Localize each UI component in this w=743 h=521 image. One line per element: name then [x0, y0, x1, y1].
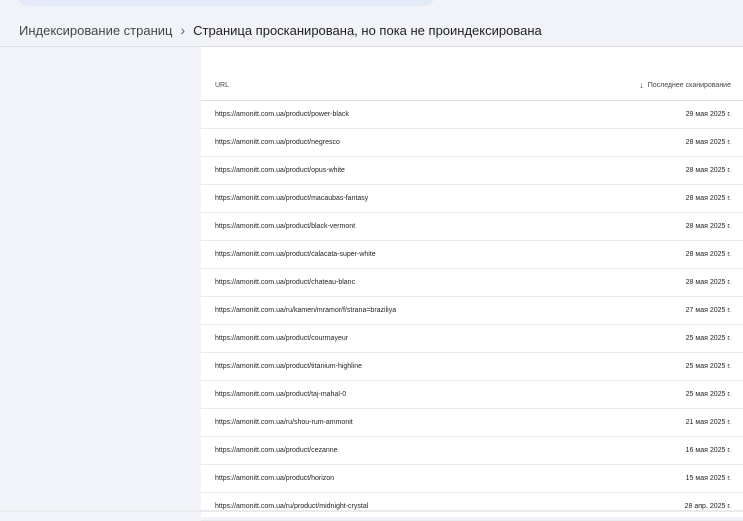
chevron-right-icon: › — [180, 22, 186, 38]
row-url[interactable]: https://amonitt.com.ua/ru/product/midnig… — [215, 503, 368, 510]
url-table-card: URL ↓ Последнее сканирование https://amo… — [201, 47, 743, 521]
row-last-crawl-date: 27 мая 2025 г. — [685, 307, 731, 314]
row-url[interactable]: https://amonitt.com.ua/product/black-ver… — [215, 223, 355, 230]
column-header-last-crawl-label: Последнее сканирование — [647, 81, 731, 89]
row-last-crawl-date: 28 мая 2025 г. — [685, 223, 731, 230]
breadcrumb: Индексирование страниц › Страница проска… — [19, 22, 542, 38]
table-row[interactable]: https://amonitt.com.ua/product/cezanne 16… — [201, 437, 743, 465]
table-row[interactable]: https://amonitt.com.ua/product/black-ver… — [201, 213, 743, 241]
table-row[interactable]: https://amonitt.com.ua/product/horizon 15… — [201, 465, 743, 493]
column-header-last-crawl[interactable]: ↓ Последнее сканирование — [639, 80, 731, 90]
column-header-url[interactable]: URL — [215, 82, 229, 89]
row-last-crawl-date: 28 мая 2025 г. — [685, 195, 731, 202]
row-last-crawl-date: 28 мая 2025 г. — [685, 167, 731, 174]
row-url[interactable]: https://amonitt.com.ua/product/negresco — [215, 139, 340, 146]
table-row[interactable]: https://amonitt.com.ua/product/courmayeu… — [201, 325, 743, 353]
row-url[interactable]: https://amonitt.com.ua/product/titanium-… — [215, 363, 362, 370]
row-last-crawl-date: 15 мая 2025 г. — [685, 475, 731, 482]
row-url[interactable]: https://amonitt.com.ua/ru/shou-rum-ammon… — [215, 419, 353, 426]
table-row[interactable]: https://amonitt.com.ua/product/negresco 2… — [201, 129, 743, 157]
arrow-down-icon: ↓ — [639, 80, 644, 90]
table-row[interactable]: https://amonitt.com.ua/ru/shou-rum-ammon… — [201, 409, 743, 437]
row-last-crawl-date: 28 мая 2025 г. — [685, 251, 731, 258]
table-row[interactable]: https://amonitt.com.ua/product/titanium-… — [201, 353, 743, 381]
row-url[interactable]: https://amonitt.com.ua/product/taj-mahal… — [215, 391, 346, 398]
row-url[interactable]: https://amonitt.com.ua/product/horizon — [215, 475, 334, 482]
row-url[interactable]: https://amonitt.com.ua/product/cezanne — [215, 447, 338, 454]
row-last-crawl-date: 29 мая 2025 г. — [685, 111, 731, 118]
table-row[interactable]: https://amonitt.com.ua/product/opus-whit… — [201, 157, 743, 185]
table-row[interactable]: https://amonitt.com.ua/product/power-bla… — [201, 101, 743, 129]
row-last-crawl-date: 28 мая 2025 г. — [685, 139, 731, 146]
table-row[interactable]: https://amonitt.com.ua/product/taj-mahal… — [201, 381, 743, 409]
breadcrumb-current: Страница просканирована, но пока не прои… — [193, 22, 542, 38]
row-last-crawl-date: 16 мая 2025 г. — [685, 447, 731, 454]
row-url[interactable]: https://amonitt.com.ua/ru/kamen/mramor/f… — [215, 307, 396, 314]
table-header: URL ↓ Последнее сканирование — [215, 73, 731, 97]
table-row[interactable]: https://amonitt.com.ua/product/macaubas-… — [201, 185, 743, 213]
row-last-crawl-date: 25 мая 2025 г. — [685, 363, 731, 370]
table-row[interactable]: https://amonitt.com.ua/product/calacata-… — [201, 241, 743, 269]
row-last-crawl-date: 25 мая 2025 г. — [685, 335, 731, 342]
row-last-crawl-date: 28 мая 2025 г. — [685, 279, 731, 286]
row-url[interactable]: https://amonitt.com.ua/product/chateau-b… — [215, 279, 355, 286]
row-url[interactable]: https://amonitt.com.ua/product/macaubas-… — [215, 195, 368, 202]
breadcrumb-parent-link[interactable]: Индексирование страниц — [19, 23, 172, 38]
table-row[interactable]: https://amonitt.com.ua/ru/product/midnig… — [201, 493, 743, 521]
search-bar-remnant[interactable] — [16, 0, 436, 6]
row-url[interactable]: https://amonitt.com.ua/product/calacata-… — [215, 251, 376, 258]
row-url[interactable]: https://amonitt.com.ua/product/courmayeu… — [215, 335, 348, 342]
row-last-crawl-date: 21 мая 2025 г. — [685, 419, 731, 426]
row-last-crawl-date: 28 апр. 2025 г. — [684, 503, 731, 510]
table-row[interactable]: https://amonitt.com.ua/ru/kamen/mramor/f… — [201, 297, 743, 325]
row-url[interactable]: https://amonitt.com.ua/product/power-bla… — [215, 111, 349, 118]
table-row[interactable]: https://amonitt.com.ua/product/chateau-b… — [201, 269, 743, 297]
row-url[interactable]: https://amonitt.com.ua/product/opus-whit… — [215, 167, 345, 174]
row-last-crawl-date: 25 мая 2025 г. — [685, 391, 731, 398]
table-body: https://amonitt.com.ua/product/power-bla… — [201, 101, 743, 521]
